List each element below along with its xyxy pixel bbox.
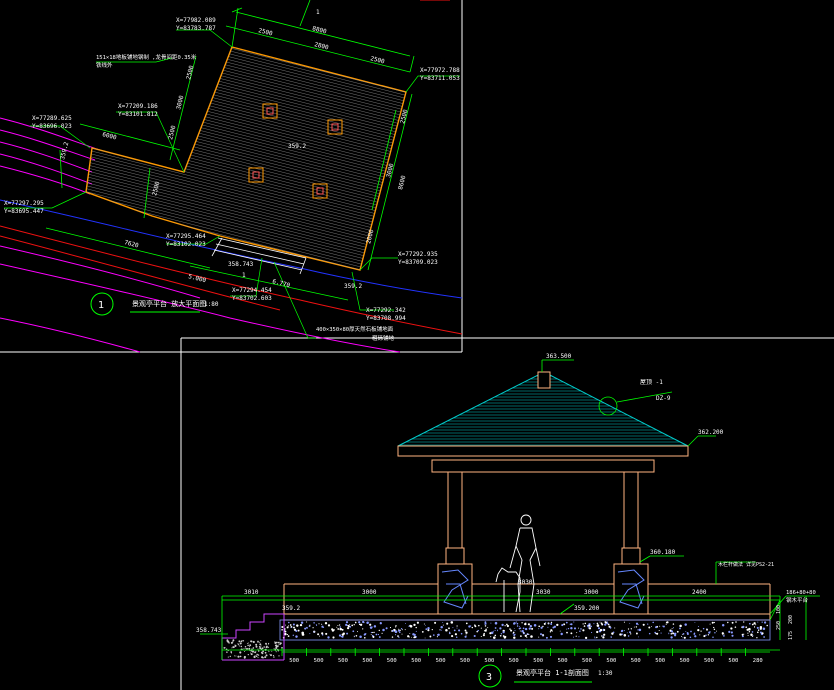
- elevation-text: 359.2: [282, 605, 300, 612]
- plan-title: 景观亭平台 放大平面图: [132, 299, 206, 308]
- coord-y: Y=83102.023: [166, 241, 206, 248]
- coord-x: X=77292.935: [398, 251, 438, 258]
- coord-x: X=77295.464: [166, 233, 206, 240]
- bottom-dim-text: 500: [460, 658, 470, 664]
- plan-note: 铁线外: [96, 61, 113, 69]
- coord-y: Y=83696.023: [32, 123, 72, 130]
- cad-drawing-canvas: X=77982.089 Y=83783.787 X=77972.788 Y=83…: [0, 0, 834, 690]
- callout-number: 1: [98, 300, 104, 311]
- elevation-text: 362.200: [698, 429, 724, 436]
- elevation-text: 359.2: [288, 143, 306, 150]
- roof-label: 屋顶 -1: [640, 379, 663, 386]
- bottom-dim-text: 500: [289, 658, 299, 664]
- detail-ref: DZ-9: [656, 395, 671, 402]
- figure-label: 3030: [518, 579, 533, 586]
- dim-text: 1: [316, 9, 320, 16]
- coord-y: Y=83695.447: [4, 208, 44, 215]
- coord-y: Y=83783.787: [176, 25, 216, 32]
- plan-note: 粗砾铺地: [372, 334, 395, 342]
- elevation-text: 358.743: [228, 261, 254, 268]
- coord-y: Y=83711.053: [420, 75, 460, 82]
- coord-y: Y=83101.812: [118, 111, 158, 118]
- right-dim: 100: [776, 605, 782, 614]
- bottom-dim-text: 500: [704, 658, 714, 664]
- bottom-dim-text: 500: [655, 658, 665, 664]
- bottom-dim-text: 500: [631, 658, 641, 664]
- bottom-dim-text: 500: [558, 658, 568, 664]
- plan-note: 151×18地板铺地钢制 ,龙骨间距0.35米: [96, 53, 197, 61]
- coord-x: X=77297.295: [4, 200, 44, 207]
- bottom-dim-text: 500: [680, 658, 690, 664]
- span-dim: 3010: [244, 589, 259, 596]
- bottom-dim-text: 500: [338, 658, 348, 664]
- right-dim: 250: [776, 621, 782, 630]
- callout-number: 3: [486, 672, 492, 683]
- span-dim: 3000: [362, 589, 377, 596]
- elevation-text: 358.743: [196, 627, 222, 634]
- bottom-dim-text: 280: [753, 658, 763, 664]
- coord-x: X=77294.454: [232, 287, 272, 294]
- column-cap-left: [445, 547, 465, 565]
- coord-y: Y=83702.603: [232, 295, 272, 302]
- bottom-dim-text: 500: [728, 658, 738, 664]
- elevation-text: 363.500: [546, 353, 572, 360]
- bottom-dim-text: 500: [582, 658, 592, 664]
- elevation-text: 360.180: [650, 549, 676, 556]
- bottom-dim-text: 500: [387, 658, 397, 664]
- elevation-text: 359.2: [344, 283, 362, 290]
- coord-x: X=77292.342: [366, 307, 406, 314]
- right-note: 钢木平台: [786, 596, 809, 604]
- coord-x: X=77289.625: [32, 115, 72, 122]
- bottom-dim-text: 500: [362, 658, 372, 664]
- railing-note: 木栏杆做法 详见PS2-21: [718, 561, 774, 568]
- plan-scale: 1:80: [204, 301, 219, 308]
- span-dim: 2400: [692, 589, 707, 596]
- bottom-dim-text: 500: [533, 658, 543, 664]
- bottom-dim-text: 500: [411, 658, 421, 664]
- bottom-dim-text: 500: [436, 658, 446, 664]
- coord-x: X=77209.186: [118, 103, 158, 110]
- plan-note: 400×350×80厚天然石板铺地面: [316, 325, 394, 333]
- column-cap-right: [621, 547, 641, 565]
- right-dim: 175: [788, 631, 794, 640]
- right-note: 186+80+80: [786, 590, 816, 596]
- coord-y: Y=83709.023: [398, 259, 438, 266]
- bottom-dim-text: 500: [509, 658, 519, 664]
- coord-x: X=77972.788: [420, 67, 460, 74]
- bottom-dim-text: 500: [606, 658, 616, 664]
- span-dim: 3030: [536, 589, 551, 596]
- bottom-dim-text: 500: [484, 658, 494, 664]
- section-scale: 1:30: [598, 670, 613, 677]
- elevation-text: 359.200: [574, 605, 600, 612]
- coord-y: Y=83708.994: [366, 315, 406, 322]
- section-title: 景观亭平台 1-1剖面图: [516, 668, 589, 677]
- right-dim: 200: [788, 615, 794, 624]
- bottom-dim-text: 500: [314, 658, 324, 664]
- dim-text: 1: [242, 272, 246, 279]
- coord-x: X=77982.089: [176, 17, 216, 24]
- span-dim: 3000: [584, 589, 599, 596]
